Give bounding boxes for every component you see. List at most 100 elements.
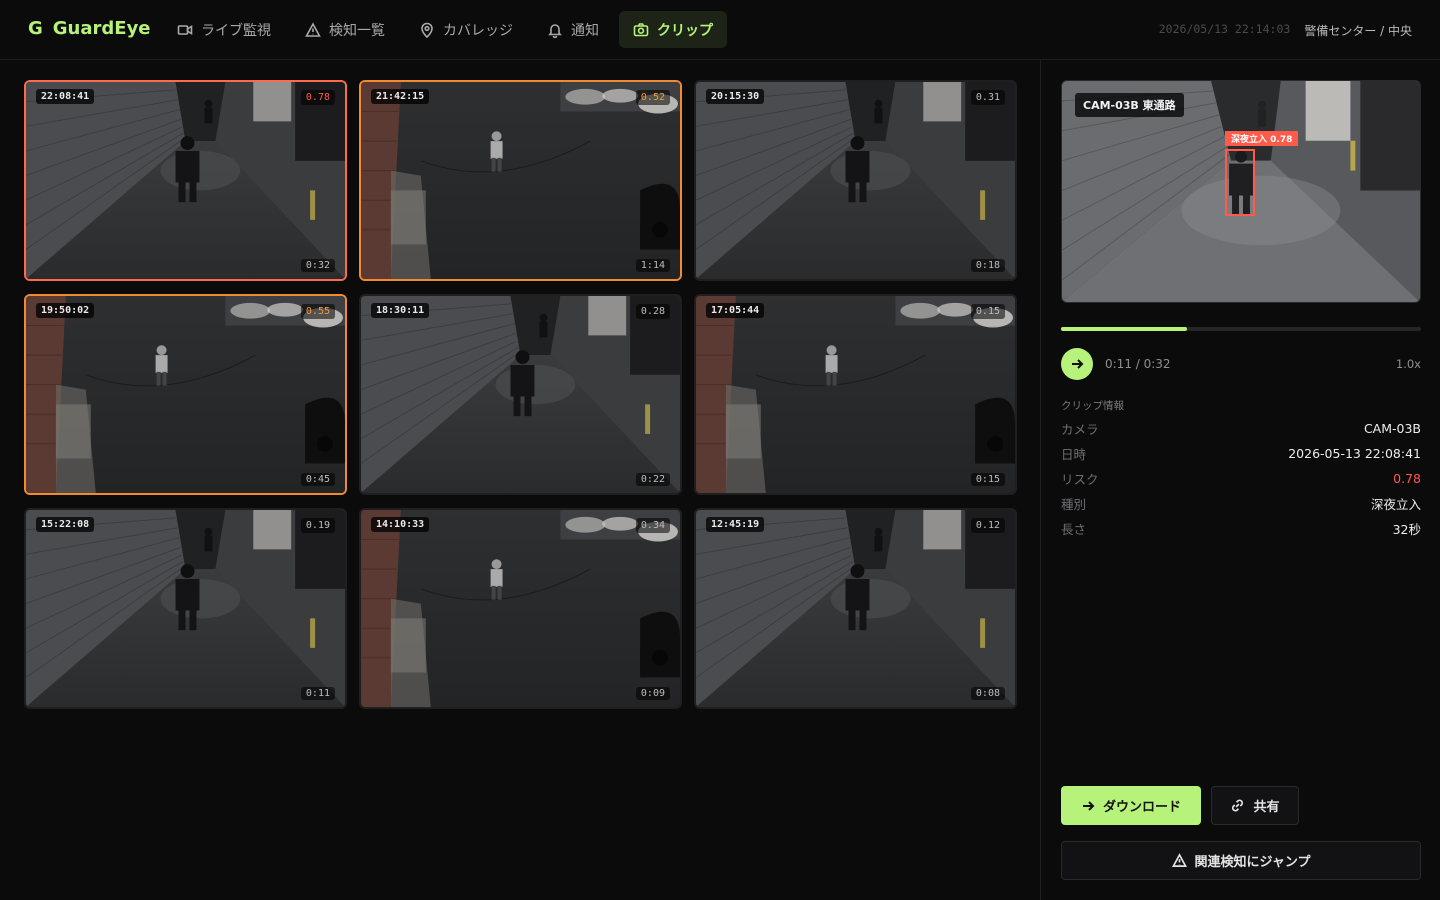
info-key: カメラ (1061, 422, 1099, 437)
brand[interactable]: G GuardEye (28, 18, 151, 39)
info-row-type: 種別 深夜立入 (1061, 491, 1421, 516)
info-value: 深夜立入 (1370, 497, 1421, 512)
clip-thumbnail (26, 296, 345, 493)
clip-timestamp: 15:22:08 (36, 517, 95, 532)
clip-detail-panel: CAM-03B 東通路 深夜立入 0.78 0:11 / 0:32 1.0x ク… (1040, 60, 1440, 900)
clip-risk-score: 0.12 (970, 518, 1005, 533)
clip-tile[interactable]: 22:08:41 0.78 0:32 (24, 80, 347, 281)
warning-triangle-icon (305, 21, 321, 37)
header-timestamp: 2026/05/13 22:14:03 (1158, 22, 1291, 36)
info-row-length: 長さ 32秒 (1061, 516, 1421, 541)
clip-timestamp: 22:08:41 (36, 89, 95, 104)
info-value: 2026-05-13 22:08:41 (1288, 446, 1421, 461)
info-key: 長さ (1061, 522, 1087, 537)
clip-risk-score: 0.55 (300, 304, 335, 319)
clip-preview[interactable]: CAM-03B 東通路 深夜立入 0.78 (1061, 80, 1421, 303)
playback-controls: 0:11 / 0:32 1.0x (1061, 347, 1421, 381)
brand-logo-mark: G (28, 18, 43, 39)
play-button[interactable] (1061, 348, 1093, 380)
clip-risk-score: 0.28 (635, 304, 670, 319)
clip-thumbnail (361, 296, 680, 493)
clip-duration: 0:08 (970, 687, 1005, 700)
nav-item-label: クリップ (657, 22, 713, 39)
clip-risk-score: 0.15 (970, 304, 1005, 319)
clip-thumbnail (696, 82, 1015, 279)
clip-tile[interactable]: 12:45:19 0.12 0:08 (694, 508, 1017, 709)
clip-duration: 0:09 (635, 687, 670, 700)
clip-grid: 22:08:41 0.78 0:32 21:42:15 0.52 1:14 20:15:30… (24, 80, 1017, 709)
clip-tile[interactable]: 21:42:15 0.52 1:14 (359, 80, 682, 281)
playback-progress-bar[interactable] (1061, 327, 1421, 331)
clip-timestamp: 21:42:15 (371, 89, 430, 104)
clip-timestamp: 14:10:33 (371, 517, 430, 532)
info-value: CAM-03B (1363, 421, 1421, 436)
nav-item-detections[interactable]: 検知一覧 (291, 11, 399, 48)
jump-label: 関連検知にジャンプ (1194, 855, 1311, 870)
video-camera-icon (177, 24, 193, 35)
map-pin-icon (421, 22, 433, 38)
clip-timestamp: 20:15:30 (706, 89, 765, 104)
info-value: 32秒 (1392, 522, 1421, 537)
clip-tile[interactable]: 15:22:08 0.19 0:11 (24, 508, 347, 709)
clip-timestamp: 12:45:19 (706, 517, 765, 532)
main-nav: ライブ監視 検知一覧 カバレッジ 通知 クリップ (163, 11, 727, 48)
warning-triangle-icon (1171, 853, 1187, 867)
clip-thumbnail (361, 82, 680, 279)
download-button[interactable]: ダウンロード (1061, 786, 1201, 825)
info-key: 種別 (1061, 497, 1087, 512)
clip-duration: 0:15 (970, 473, 1005, 486)
info-value: 0.78 (1393, 471, 1421, 486)
clip-thumbnail (361, 510, 680, 707)
clip-thumbnail (26, 82, 345, 279)
top-bar: G GuardEye ライブ監視 検知一覧 カバレッジ 通知 クリップ 2026… (0, 0, 1440, 60)
clip-risk-score: 0.31 (970, 90, 1005, 105)
bell-icon (548, 23, 562, 38)
header-status: 2026/05/13 22:14:03 警備センター / 中央 (1159, 22, 1412, 39)
nav-item-clips[interactable]: クリップ (619, 11, 727, 48)
detection-label: 深夜立入 0.78 (1225, 131, 1299, 146)
clip-tile[interactable]: 19:50:02 0.55 0:45 (24, 294, 347, 495)
clip-tile[interactable]: 18:30:11 0.28 0:22 (359, 294, 682, 495)
playback-time: 0:11 / 0:32 (1105, 357, 1171, 371)
clip-tile[interactable]: 17:05:44 0.15 0:15 (694, 294, 1017, 495)
clip-risk-score: 0.52 (635, 90, 670, 105)
jump-to-detection-button[interactable]: 関連検知にジャンプ (1061, 841, 1421, 880)
clip-risk-score: 0.78 (300, 90, 335, 105)
info-row-camera: カメラ CAM-03B (1061, 416, 1421, 441)
link-icon (1232, 799, 1244, 812)
clip-thumbnail (696, 296, 1015, 493)
info-key: 日時 (1061, 447, 1087, 462)
nav-item-label: カバレッジ (443, 22, 513, 39)
clip-tile[interactable]: 14:10:33 0.34 0:09 (359, 508, 682, 709)
clip-tile[interactable]: 20:15:30 0.31 0:18 (694, 80, 1017, 281)
clip-info-title: クリップ情報 (1061, 400, 1124, 412)
nav-item-coverage[interactable]: カバレッジ (405, 11, 527, 48)
clip-timestamp: 19:50:02 (36, 303, 95, 318)
clip-thumbnail (26, 510, 345, 707)
share-label: 共有 (1253, 800, 1280, 815)
nav-item-label: ライブ監視 (201, 22, 271, 39)
nav-item-live[interactable]: ライブ監視 (163, 11, 285, 48)
nav-item-notifications[interactable]: 通知 (533, 11, 613, 48)
clip-duration: 1:14 (635, 259, 670, 272)
clip-duration: 0:11 (300, 687, 335, 700)
preview-camera-tag: CAM-03B 東通路 (1075, 93, 1184, 117)
info-key: リスク (1061, 472, 1099, 487)
header-location[interactable]: 警備センター / 中央 (1304, 22, 1412, 39)
clip-duration: 0:32 (300, 259, 335, 272)
download-label: ダウンロード (1102, 800, 1181, 815)
clip-risk-score: 0.19 (300, 518, 335, 533)
clip-timestamp: 18:30:11 (371, 303, 430, 318)
nav-item-label: 通知 (571, 22, 599, 39)
info-row-datetime: 日時 2026-05-13 22:08:41 (1061, 441, 1421, 466)
clip-duration: 0:22 (635, 473, 670, 486)
playback-progress-fill (1061, 327, 1187, 331)
camera-icon (633, 22, 649, 36)
playback-speed[interactable]: 1.0x (1396, 357, 1421, 371)
clip-thumbnail (696, 510, 1015, 707)
clip-duration: 0:18 (970, 259, 1005, 272)
clip-risk-score: 0.34 (635, 518, 670, 533)
share-button[interactable]: 共有 (1211, 786, 1299, 825)
clip-duration: 0:45 (300, 473, 335, 486)
clip-info-list: カメラ CAM-03B 日時 2026-05-13 22:08:41 リスク 0… (1061, 416, 1421, 541)
